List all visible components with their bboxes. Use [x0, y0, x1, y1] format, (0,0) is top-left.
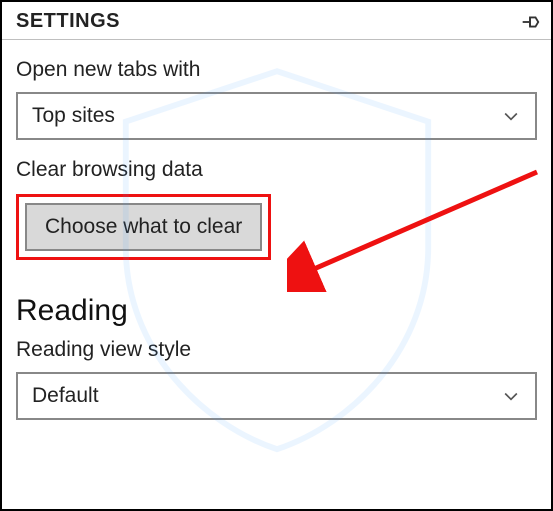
pin-icon[interactable]: [519, 11, 541, 33]
clear-data-section: Clear browsing data Choose what to clear: [2, 140, 551, 260]
choose-what-to-clear-label: Choose what to clear: [45, 215, 242, 239]
open-tabs-section: Open new tabs with Top sites: [2, 40, 551, 140]
open-tabs-value: Top sites: [32, 104, 115, 128]
choose-what-to-clear-button[interactable]: Choose what to clear: [25, 203, 262, 251]
open-tabs-select[interactable]: Top sites: [16, 92, 537, 140]
chevron-down-icon: [501, 386, 521, 406]
panel-header: SETTINGS: [2, 2, 551, 40]
open-tabs-label: Open new tabs with: [16, 58, 537, 82]
reading-style-label: Reading view style: [16, 338, 537, 362]
annotation-highlight: Choose what to clear: [16, 194, 271, 260]
clear-data-label: Clear browsing data: [16, 158, 537, 182]
reading-style-value: Default: [32, 384, 99, 408]
chevron-down-icon: [501, 106, 521, 126]
panel-title: SETTINGS: [16, 10, 120, 33]
reading-style-select[interactable]: Default: [16, 372, 537, 420]
settings-panel: SETTINGS Open new tabs with Top sites Cl…: [2, 2, 551, 509]
reading-section: Reading Reading view style Default: [2, 294, 551, 420]
reading-heading: Reading: [16, 294, 537, 328]
